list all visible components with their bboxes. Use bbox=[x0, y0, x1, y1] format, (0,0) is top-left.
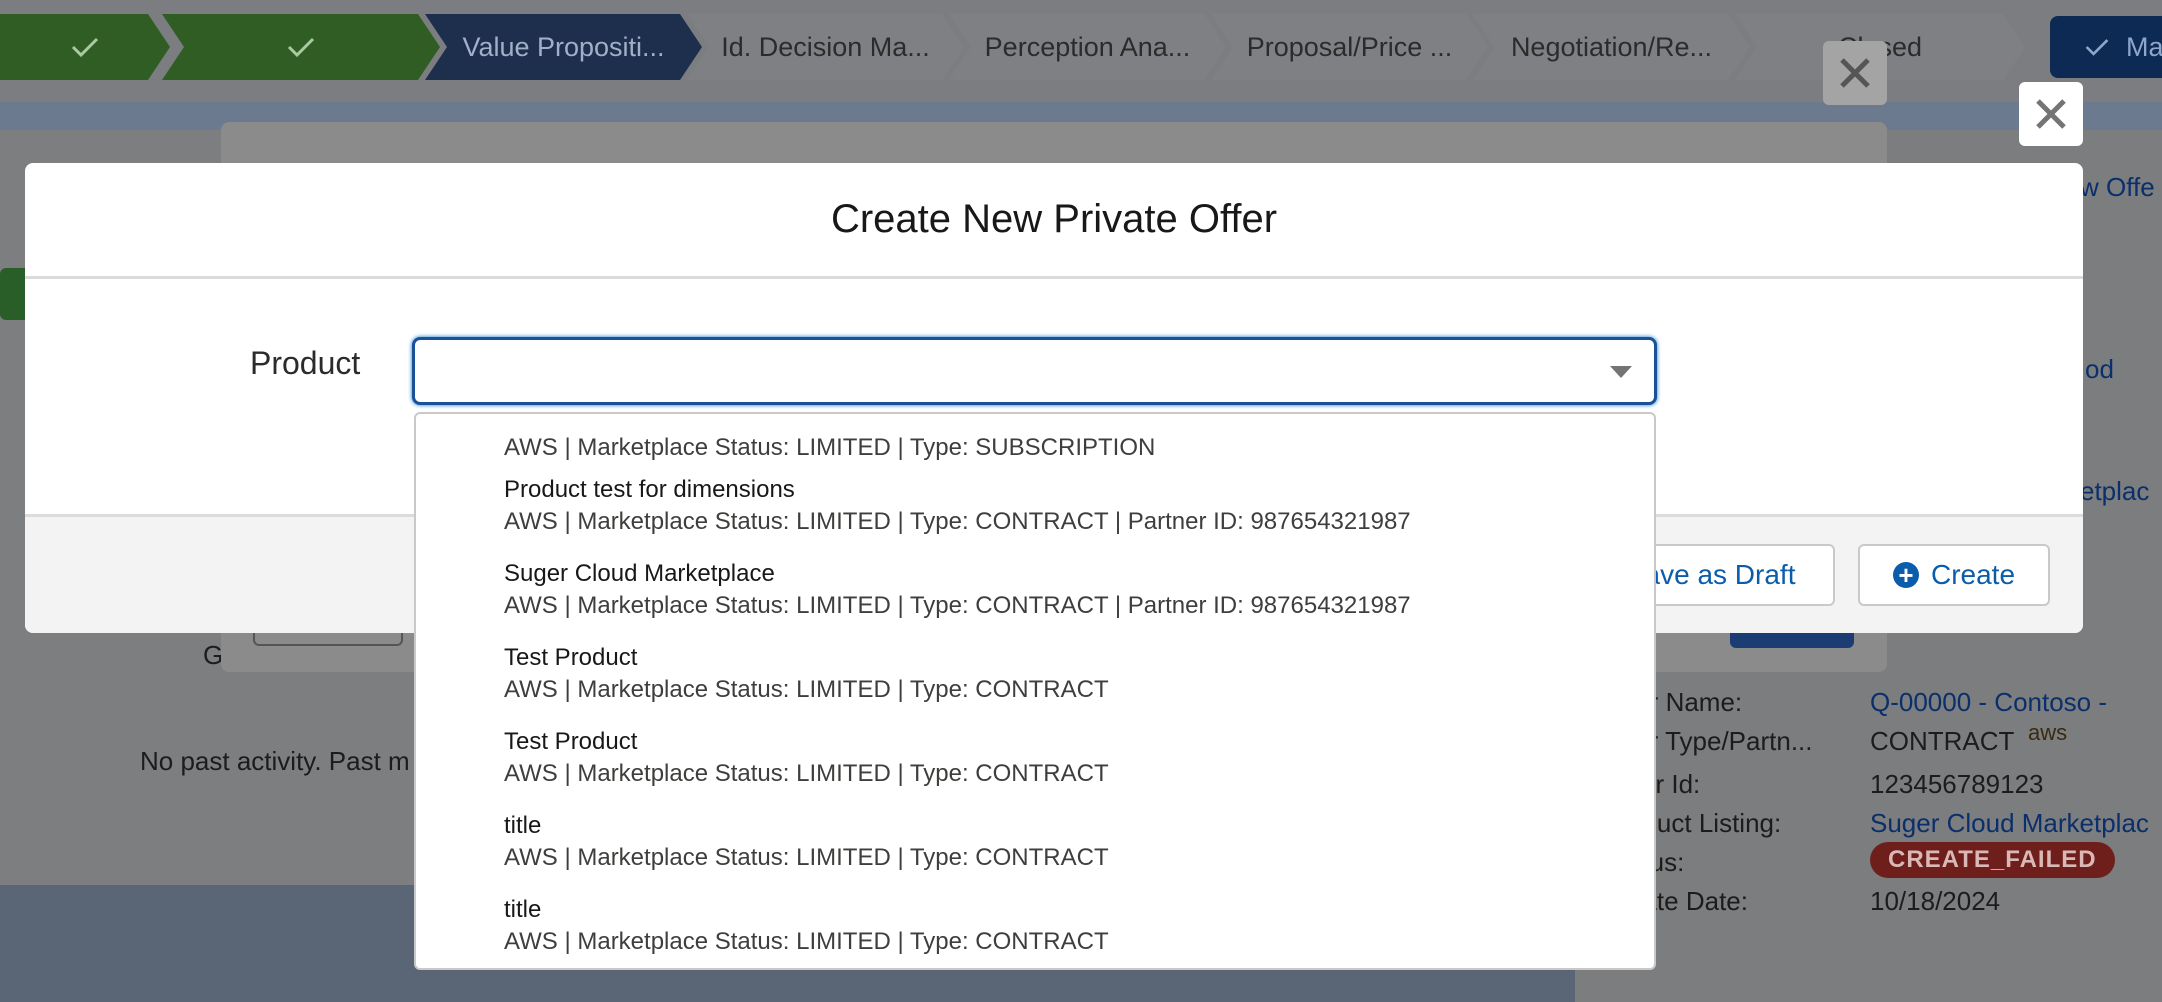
list-item[interactable]: title AWS | Marketplace Status: LIMITED … bbox=[504, 894, 1644, 958]
path-stage-5[interactable]: Perception Ana... bbox=[949, 14, 1226, 80]
list-item-title: Product test for dimensions bbox=[504, 476, 795, 503]
path-stage-label: Perception Ana... bbox=[984, 31, 1191, 62]
right-link-2[interactable]: etplac bbox=[2080, 476, 2149, 507]
list-item-title: title bbox=[504, 896, 542, 923]
path-stage-label: Id. Decision Ma... bbox=[721, 31, 930, 62]
list-item-title: Suger Cloud Marketplace bbox=[504, 560, 775, 587]
chevron-down-icon[interactable] bbox=[1610, 366, 1632, 378]
aws-logo: aws bbox=[2028, 720, 2068, 745]
product-listing-value[interactable]: Suger Cloud Marketplac bbox=[1870, 808, 2149, 839]
mark-stage-label: Ma bbox=[2126, 31, 2162, 62]
list-item-meta: AWS | Marketplace Status: LIMITED | Type… bbox=[504, 676, 1109, 703]
list-item[interactable]: Test Product AWS | Marketplace Status: L… bbox=[504, 726, 1644, 790]
status-badge: CREATE_FAILED bbox=[1870, 842, 2115, 878]
path-stage-6[interactable]: Proposal/Price ... bbox=[1211, 14, 1488, 80]
offer-name-value[interactable]: Q-00000 - Contoso - bbox=[1870, 687, 2107, 718]
modal-title: Create New Private Offer bbox=[830, 197, 1278, 241]
path-stage-label: Value Propositi... bbox=[462, 31, 665, 62]
offer-type-value: CONTRACT bbox=[1870, 726, 2015, 756]
buyer-id-value: 123456789123 bbox=[1870, 769, 2044, 799]
list-item-meta: AWS | Marketplace Status: LIMITED | Type… bbox=[504, 592, 1411, 619]
mark-stage-button[interactable]: Ma bbox=[2050, 16, 2162, 78]
add-icon: + bbox=[1892, 562, 1919, 588]
create-label: Create bbox=[1930, 559, 2016, 590]
list-item-title: Test Product bbox=[504, 644, 638, 671]
list-item[interactable]: AWS | Marketplace Status: LIMITED | Type… bbox=[504, 414, 1644, 464]
path-stage-label: Negotiation/Re... bbox=[1510, 31, 1713, 62]
right-link-1[interactable]: od bbox=[2085, 354, 2114, 385]
path-stage-2[interactable] bbox=[162, 14, 440, 80]
list-item-meta: AWS | Marketplace Status: LIMITED | Type… bbox=[504, 434, 1156, 461]
path-stage-7[interactable]: Negotiation/Re... bbox=[1473, 14, 1750, 80]
path-stage-4[interactable]: Id. Decision Ma... bbox=[687, 14, 964, 80]
create-button[interactable]: + Create bbox=[1858, 544, 2050, 606]
list-item-title bbox=[504, 414, 1644, 418]
path-stage-current[interactable]: Value Propositi... bbox=[425, 14, 702, 80]
check-icon bbox=[2085, 39, 2109, 56]
list-item[interactable]: title AWS | Marketplace Status: LIMITED … bbox=[504, 810, 1644, 874]
activity-empty-text: No past activity. Past m bbox=[140, 746, 410, 776]
create-date-value: 10/18/2024 bbox=[1870, 886, 2001, 916]
check-icon bbox=[70, 35, 100, 59]
list-item[interactable]: Test Product AWS | Marketplace Status: L… bbox=[504, 642, 1644, 706]
path-stage-label: Proposal/Price ... bbox=[1246, 31, 1453, 62]
new-offer-link[interactable]: w Offe bbox=[2080, 172, 2155, 203]
list-item[interactable]: Suger Cloud Marketplace AWS | Marketplac… bbox=[504, 558, 1644, 622]
background-close-button[interactable] bbox=[1823, 41, 1887, 105]
check-icon bbox=[286, 35, 316, 59]
list-item-title: title bbox=[504, 812, 542, 839]
modal-close-button[interactable] bbox=[2019, 82, 2083, 146]
product-dropdown-list[interactable]: AWS | Marketplace Status: LIMITED | Type… bbox=[414, 412, 1656, 970]
list-item-meta: AWS | Marketplace Status: LIMITED | Type… bbox=[504, 760, 1109, 787]
close-icon bbox=[1840, 58, 1870, 88]
close-icon bbox=[2036, 99, 2066, 129]
product-combobox[interactable] bbox=[412, 337, 1657, 405]
list-item-meta: AWS | Marketplace Status: LIMITED | Type… bbox=[504, 508, 1411, 535]
list-item-title: Test Product bbox=[504, 728, 638, 755]
product-label: Product bbox=[250, 345, 361, 381]
path-stage-1[interactable] bbox=[0, 14, 170, 80]
list-item-meta: AWS | Marketplace Status: LIMITED | Type… bbox=[504, 844, 1109, 871]
list-item[interactable]: Product test for dimensions AWS | Market… bbox=[504, 474, 1644, 538]
list-item-meta: AWS | Marketplace Status: LIMITED | Type… bbox=[504, 928, 1109, 955]
save-as-draft-label: ave as Draft bbox=[1644, 559, 1796, 590]
modal-header: Create New Private Offer bbox=[25, 163, 2083, 279]
